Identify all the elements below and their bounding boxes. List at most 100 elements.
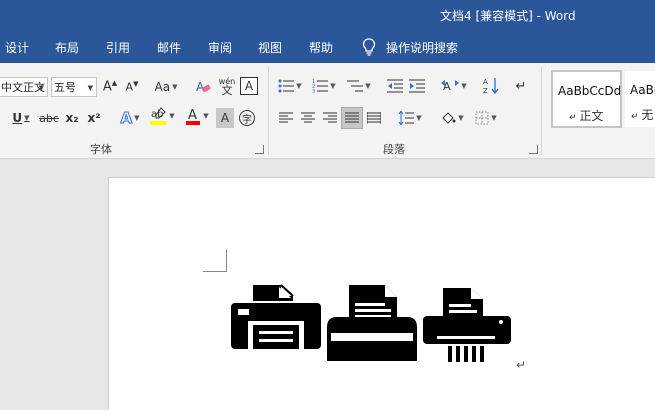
subscript-button[interactable]: x₂ xyxy=(62,108,82,128)
font-color-button[interactable]: A ▼ xyxy=(181,106,213,126)
borders-button[interactable]: ▼ xyxy=(472,108,500,128)
tab-design[interactable]: 设计 xyxy=(5,39,29,56)
highlight-color-button[interactable]: ab ▼ xyxy=(146,106,178,126)
character-shading-icon: A xyxy=(220,111,230,125)
tab-layout[interactable]: 布局 xyxy=(55,39,79,56)
chevron-down-icon: ▼ xyxy=(416,114,422,122)
distributed-button[interactable] xyxy=(364,108,384,128)
style-no-spacing[interactable]: AaBb ↵ 无 xyxy=(624,70,655,128)
align-right-icon xyxy=(323,112,337,123)
text-effects-button[interactable]: A ▼ xyxy=(114,108,146,128)
style-normal-sample: AaBbCcDd xyxy=(558,84,622,98)
chevron-down-icon: ▼ xyxy=(24,114,30,122)
character-shading-button[interactable]: A xyxy=(216,108,234,128)
style-no-spacing-name: ↵ 无 xyxy=(631,108,654,122)
line-spacing-button[interactable]: ▼ xyxy=(396,108,424,128)
svg-text:Z: Z xyxy=(483,87,488,95)
bullets-button[interactable]: ▼ xyxy=(276,76,304,96)
title-bar: 文档4 [兼容模式] - Word xyxy=(0,0,655,32)
font-size-combo[interactable]: 五号 ▼ xyxy=(51,77,97,97)
enclose-characters-button[interactable]: A xyxy=(240,77,258,95)
enclosed-character-icon: 字 xyxy=(239,110,255,126)
paragraph-mark: ↵ xyxy=(516,358,527,372)
document-canvas[interactable]: ↵ xyxy=(0,159,655,410)
tell-me-search[interactable]: 操作说明搜索 xyxy=(362,38,458,56)
lightbulb-icon xyxy=(362,38,376,56)
printer-document-icon[interactable] xyxy=(327,283,417,363)
tab-review[interactable]: 审阅 xyxy=(208,39,232,56)
multilevel-list-button[interactable]: ▼ xyxy=(344,76,374,96)
group-divider xyxy=(541,67,542,155)
increase-indent-button[interactable] xyxy=(407,76,427,96)
decrease-indent-button[interactable] xyxy=(385,76,405,96)
ribbon-home: 中文正文 ▼ 五号 ▼ A▲ A▼ Aa ▼ A wén 文 A U ▼ abc x… xyxy=(0,63,655,159)
svg-text:A: A xyxy=(483,78,488,86)
shrink-font-icon: A▼ xyxy=(125,80,139,94)
paragraph-group-label: 段落 xyxy=(383,143,405,156)
underline-icon: U xyxy=(12,111,23,125)
text-effects-icon: A xyxy=(120,109,133,128)
strikethrough-button[interactable]: abc xyxy=(38,108,60,128)
tab-mailings[interactable]: 邮件 xyxy=(157,39,181,56)
group-divider xyxy=(268,67,269,155)
line-spacing-icon xyxy=(398,111,415,125)
paragraph-mark-icon: ↵ xyxy=(631,112,642,122)
distributed-icon xyxy=(367,112,381,124)
align-center-button[interactable] xyxy=(298,108,318,128)
svg-text:A: A xyxy=(188,108,197,123)
align-left-button[interactable] xyxy=(276,108,296,128)
tab-view[interactable]: 视图 xyxy=(258,39,282,56)
superscript-button[interactable]: x² xyxy=(84,108,104,128)
chevron-down-icon: ▼ xyxy=(87,84,93,92)
tab-help[interactable]: 帮助 xyxy=(309,39,333,56)
chevron-down-icon: ▼ xyxy=(458,114,464,122)
chevron-down-icon: ▼ xyxy=(203,112,209,120)
printer-icon[interactable] xyxy=(231,283,321,353)
chevron-down-icon: ▼ xyxy=(172,83,178,91)
bullets-icon xyxy=(278,79,295,93)
chevron-down-icon: ▼ xyxy=(38,84,44,92)
text-direction-button[interactable]: A ▼ xyxy=(440,76,468,96)
chevron-down-icon: ▼ xyxy=(365,82,371,90)
paint-bucket-icon xyxy=(442,112,456,124)
highlighter-icon: ab xyxy=(150,107,167,125)
phonetic-guide-button[interactable]: wén 文 xyxy=(216,73,238,99)
numbering-icon: 123 xyxy=(312,79,329,93)
enclose-char-circle-button[interactable]: 字 xyxy=(238,108,256,128)
align-left-icon xyxy=(279,112,293,123)
paragraph-dialog-launcher-icon[interactable] xyxy=(529,145,538,154)
tell-me-label: 操作说明搜索 xyxy=(386,40,459,55)
font-color-icon: A xyxy=(186,108,201,125)
justify-button[interactable] xyxy=(341,107,363,129)
underline-button[interactable]: U ▼ xyxy=(8,108,34,128)
font-dialog-launcher-icon[interactable] xyxy=(255,145,264,154)
multilevel-list-icon xyxy=(347,80,364,92)
font-name-combo[interactable]: 中文正文 ▼ xyxy=(0,77,48,97)
style-no-spacing-sample: AaBb xyxy=(630,83,655,97)
enclose-char-label: A xyxy=(244,79,254,93)
increase-indent-icon xyxy=(409,79,425,93)
show-hide-marks-button[interactable]: ↵ xyxy=(512,76,530,96)
change-case-label: Aa xyxy=(154,80,171,94)
sort-button[interactable]: AZ xyxy=(481,76,501,96)
change-case-button[interactable]: Aa ▼ xyxy=(150,77,182,97)
font-size-value: 五号 xyxy=(54,81,76,94)
align-right-button[interactable] xyxy=(320,108,340,128)
align-center-icon xyxy=(301,112,315,123)
text-direction-icon: A xyxy=(441,80,460,93)
chevron-down-icon: ▼ xyxy=(330,82,336,90)
clear-formatting-button[interactable]: A xyxy=(193,77,213,97)
justify-icon xyxy=(345,112,359,123)
shredder-icon[interactable] xyxy=(423,286,513,364)
tab-references[interactable]: 引用 xyxy=(106,39,130,56)
shading-button[interactable]: ▼ xyxy=(438,108,466,128)
style-normal-name: ↵ 正文 xyxy=(569,109,604,123)
shrink-font-button[interactable]: A▼ xyxy=(122,77,142,97)
eraser-icon: A xyxy=(196,80,211,94)
numbering-button[interactable]: 123 ▼ xyxy=(310,76,338,96)
decrease-indent-icon xyxy=(387,79,403,93)
style-normal[interactable]: AaBbCcDd ↵ 正文 xyxy=(551,70,622,128)
document-page[interactable]: ↵ xyxy=(108,177,655,410)
chevron-down-icon: ▼ xyxy=(491,114,497,122)
grow-font-button[interactable]: A▲ xyxy=(100,77,120,97)
